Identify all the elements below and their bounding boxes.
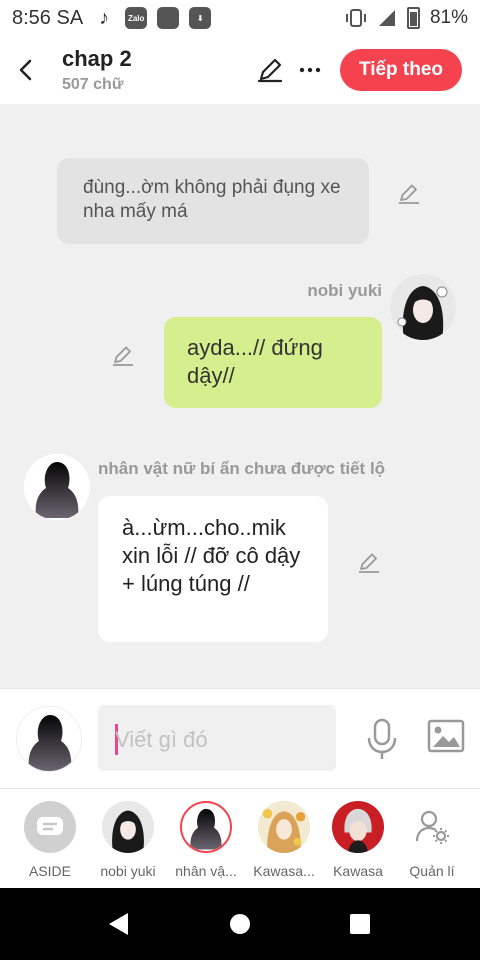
microphone-icon[interactable] [364,717,400,761]
compose-bar: Viết gì đó [0,688,480,788]
pencil-icon [257,58,283,83]
edit-message-icon[interactable] [356,549,382,575]
word-count: 507 chữ [62,76,124,93]
my-message-bubble[interactable]: ayda...// đứng dậy// [164,317,382,408]
silhouette-avatar-icon [17,707,81,771]
chat-bubble-icon [37,817,63,835]
my-character-name: nobi yuki [307,281,382,300]
more-icon [299,67,321,73]
chevron-left-icon [19,59,32,81]
status-time: 8:56 SA [12,6,84,29]
kawasa-1-avatar [258,801,310,853]
my-avatar[interactable] [390,274,456,340]
download-icon: ⬇ [189,7,212,29]
back-button[interactable] [0,36,50,104]
character-label: nobi yuki [100,863,156,879]
vibrate-icon [345,9,366,27]
manage-icon-wrap [406,801,458,853]
nav-back-icon[interactable] [108,912,130,936]
message-input[interactable]: Viết gì đó [98,705,336,771]
more-options-button[interactable] [294,54,326,86]
character-label: Kawasa... [253,863,315,879]
other-avatar[interactable] [24,454,90,520]
character-label: ASIDE [28,863,71,879]
next-button[interactable]: Tiếp theo [340,49,462,91]
chapter-title: chap 2 [62,46,132,71]
user-settings-icon [415,810,449,844]
edit-title-button[interactable] [254,54,286,86]
battery-level: 81% [429,7,468,28]
nav-home-icon[interactable] [229,913,251,935]
other-character-name: nhân vật nữ bí ẩn chưa được tiết lộ [98,459,386,478]
manage-characters[interactable]: Quản lí [396,801,468,879]
silhouette-avatar-icon [24,454,90,520]
character-kawasa-1[interactable]: Kawasa... [248,801,320,879]
silhouette-avatar-icon [190,808,222,850]
nav-recents-icon[interactable] [349,913,371,935]
flower-girl-avatar-icon [258,801,310,853]
tiktok-icon: ♪ [99,6,110,29]
mystery-girl-avatar [180,801,232,853]
signal-icon [378,10,395,26]
character-nobi-yuki[interactable]: nobi yuki [92,801,164,879]
narration-bubble[interactable]: đùng...ờm không phải đụng xe nha mấy má [57,158,369,244]
nobi-yuki-avatar [102,801,154,853]
top-header: chap 2 507 chữ Tiếp theo [0,36,480,104]
character-kawasa-2[interactable]: Kawasa [322,801,394,879]
system-nav-bar [0,888,480,960]
app-icon [157,7,180,29]
character-label: Quản lí [409,863,455,879]
status-bar: 8:56 SA ♪ Zalo ⬇ 81% [0,0,480,36]
other-message-bubble[interactable]: à...ừm...cho..mik xin lỗi // đỡ cô dậy +… [98,496,328,642]
zalo-icon: Zalo [125,7,148,29]
character-mystery-girl[interactable]: nhân vậ... [170,801,242,879]
kawasa-2-avatar [332,801,384,853]
aside-avatar [24,801,76,853]
edit-message-icon[interactable] [110,342,136,368]
character-label: nhân vậ... [175,863,237,879]
girl-avatar-icon [390,274,456,340]
girl-avatar-icon [102,801,154,853]
input-placeholder: Viết gì đó [115,727,208,752]
edit-message-icon[interactable] [396,180,422,206]
character-label: Kawasa [333,863,383,879]
chapter-titles: chap 2 507 chữ [62,46,132,94]
image-icon[interactable] [427,719,465,753]
character-aside[interactable]: ASIDE [14,801,86,879]
character-bar: ASIDE nobi yuki nhân vậ... Kawasa... Kaw… [0,788,480,888]
chat-area[interactable]: đùng...ờm không phải đụng xe nha mấy má … [0,104,480,688]
current-speaker-avatar[interactable] [16,706,82,772]
boy-avatar-icon [332,801,384,853]
battery-icon [406,7,420,29]
